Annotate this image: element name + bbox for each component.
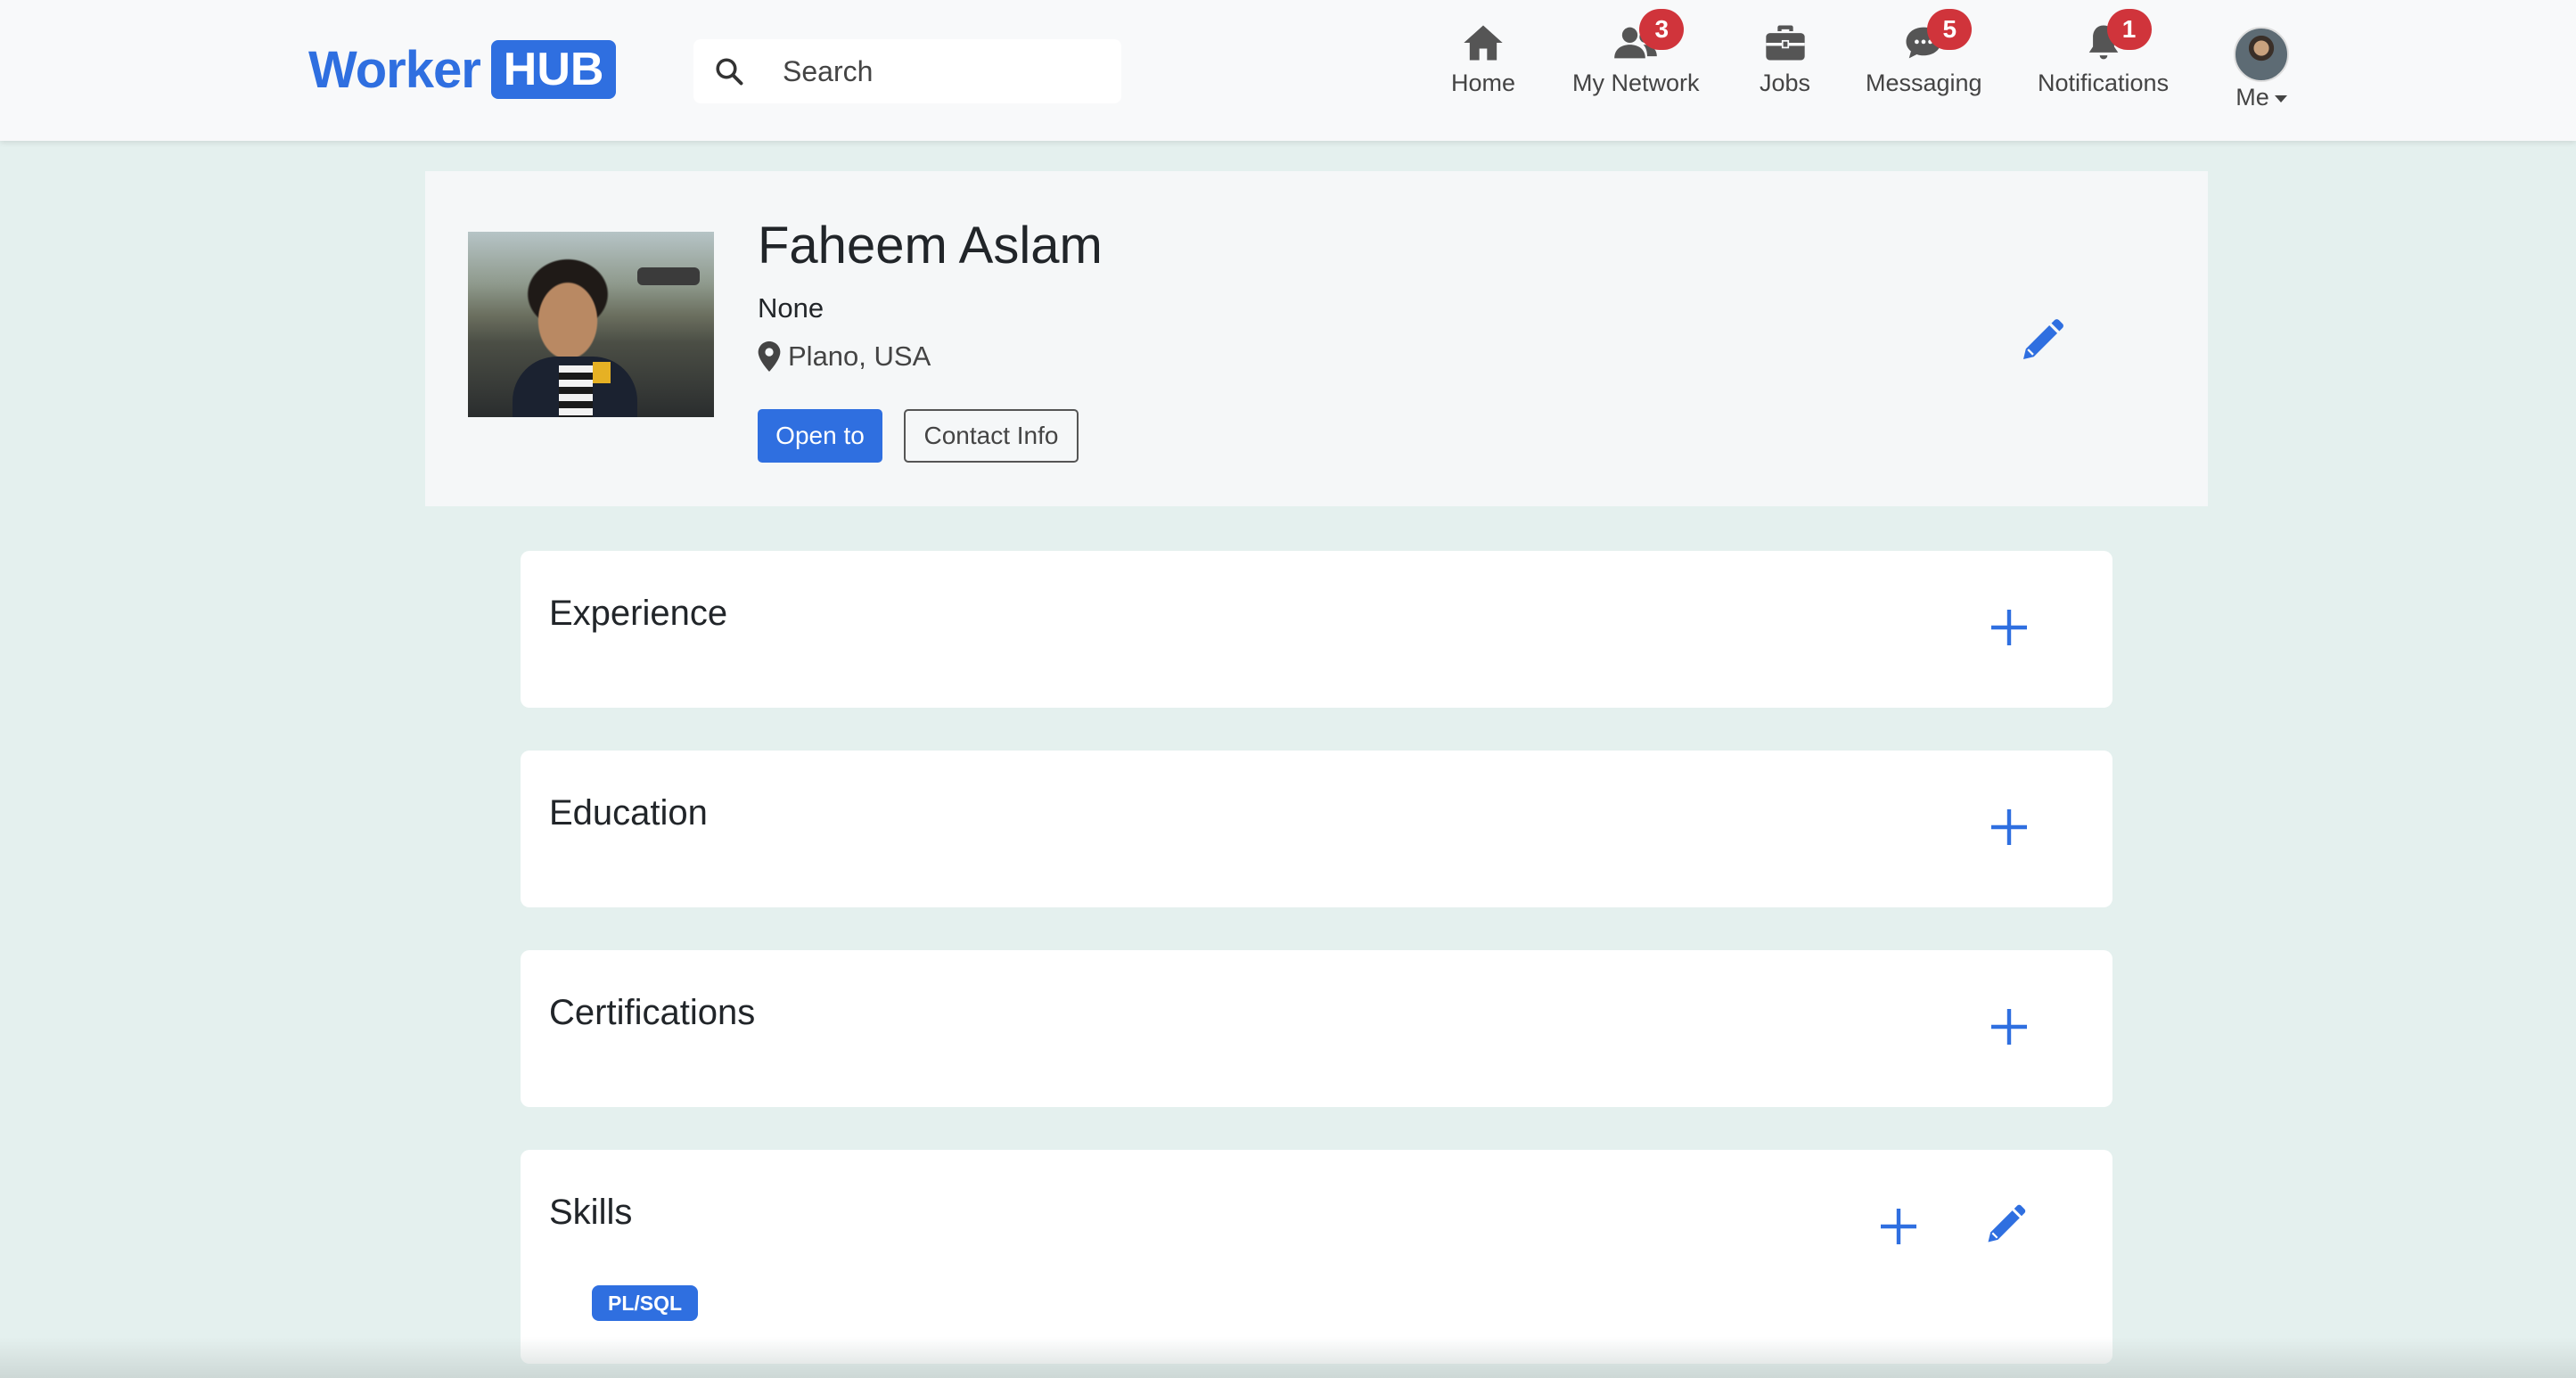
nav-jobs[interactable]: Jobs	[1760, 20, 1810, 109]
profile-headline: None	[758, 292, 824, 324]
nav-me-label: Me	[2236, 84, 2287, 111]
photo-background-car	[637, 267, 700, 285]
nav-home-label: Home	[1451, 70, 1516, 96]
chat-icon-wrap: 5	[1900, 9, 1973, 66]
nav-me-menu[interactable]: Me	[2234, 27, 2289, 116]
education-title: Education	[549, 793, 708, 833]
skills-section: Skills PL/SQL	[521, 1150, 2112, 1364]
caret-down-icon	[2274, 94, 2287, 103]
nav-home[interactable]: Home	[1451, 20, 1515, 109]
photo-collar	[593, 362, 611, 383]
avatar	[2234, 27, 2289, 82]
photo-shirt	[559, 365, 593, 417]
location-pin-icon	[758, 341, 781, 372]
search-icon	[716, 58, 743, 86]
nav-messaging[interactable]: 5 Messaging	[1866, 9, 1982, 109]
nav-jobs-label: Jobs	[1760, 70, 1811, 96]
nav-notifications-label: Notifications	[2038, 70, 2170, 96]
notifications-badge: 1	[2106, 9, 2152, 50]
network-icon-wrap: 3	[1612, 9, 1685, 66]
add-certification-icon[interactable]	[1988, 1005, 2030, 1048]
brand-name-hub: HUB	[490, 40, 617, 99]
education-section: Education	[521, 751, 2112, 907]
open-to-button[interactable]: Open to	[758, 409, 882, 463]
profile-name: Faheem Aslam	[758, 217, 1103, 275]
add-skill-icon[interactable]	[1877, 1205, 1920, 1248]
brand-logo[interactable]: Worker HUB	[308, 39, 617, 100]
profile-photo	[468, 232, 714, 417]
network-badge: 3	[1639, 9, 1685, 50]
brand-name-worker: Worker	[308, 40, 481, 99]
add-education-icon[interactable]	[1988, 806, 2030, 849]
briefcase-icon	[1765, 25, 1805, 61]
profile-card: Faheem Aslam None Plano, USA Open to Con…	[425, 171, 2208, 506]
search-input[interactable]	[783, 48, 1103, 94]
skills-title: Skills	[549, 1193, 633, 1232]
contact-info-button[interactable]: Contact Info	[904, 409, 1079, 463]
skill-chip[interactable]: PL/SQL	[592, 1285, 699, 1321]
certifications-section: Certifications	[521, 950, 2112, 1107]
nav-my-network[interactable]: 3 My Network	[1572, 9, 1700, 109]
profile-location: Plano, USA	[758, 340, 931, 373]
experience-title: Experience	[549, 594, 728, 633]
top-navbar: Worker HUB Home 3 My Network	[0, 0, 2576, 141]
nav-notifications[interactable]: 1 Notifications	[2038, 9, 2170, 109]
nav-messaging-label: Messaging	[1866, 70, 1982, 96]
me-text: Me	[2236, 84, 2269, 111]
bell-icon-wrap: 1	[2080, 9, 2152, 66]
nav-my-network-label: My Network	[1572, 70, 1700, 96]
home-icon	[1464, 25, 1503, 61]
experience-section: Experience	[521, 551, 2112, 708]
search-box	[693, 39, 1121, 103]
certifications-title: Certifications	[549, 993, 756, 1032]
messaging-badge: 5	[1927, 9, 1973, 50]
add-experience-icon[interactable]	[1988, 606, 2030, 649]
edit-profile-pencil-icon[interactable]	[2017, 316, 2067, 365]
profile-location-text: Plano, USA	[788, 340, 931, 372]
edit-skills-pencil-icon[interactable]	[1982, 1202, 2029, 1248]
